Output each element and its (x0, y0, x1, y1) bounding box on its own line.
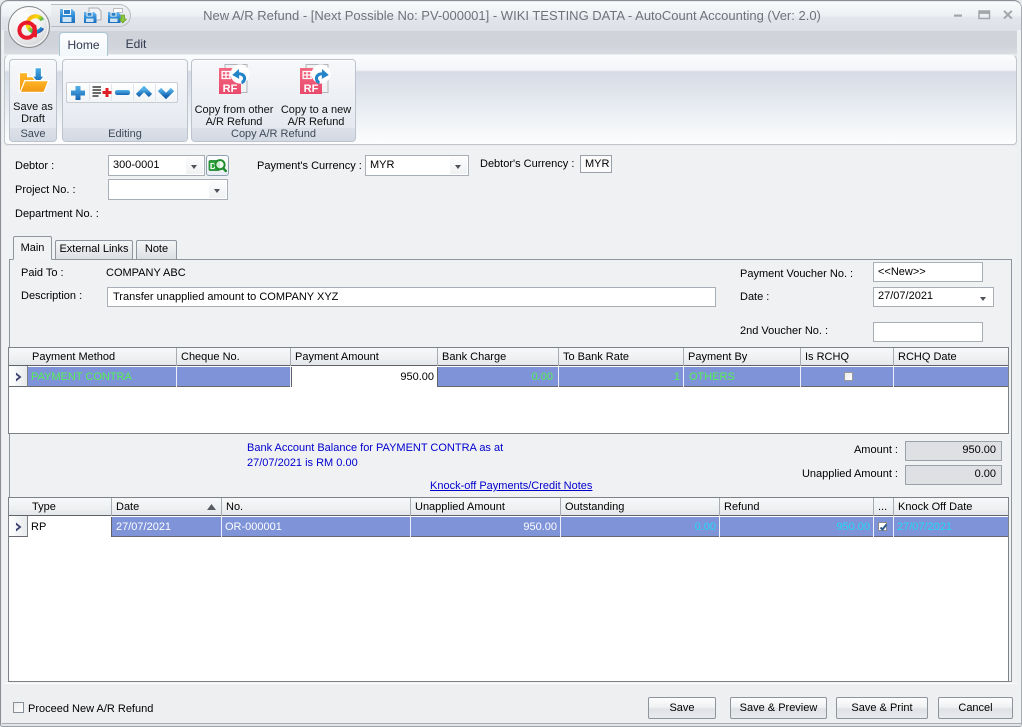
svg-text:RF: RF (304, 83, 319, 95)
svg-text:RF: RF (223, 83, 238, 95)
